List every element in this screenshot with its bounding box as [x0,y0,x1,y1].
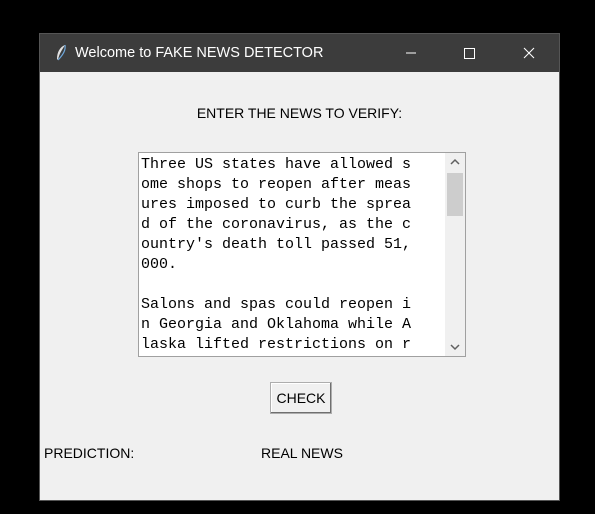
minimize-icon [406,52,416,54]
scroll-thumb[interactable] [447,173,463,216]
news-prompt-label: ENTER THE NEWS TO VERIFY: [196,105,403,121]
prediction-result: REAL NEWS [261,445,343,461]
chevron-down-icon [450,344,460,351]
maximize-button[interactable] [446,34,492,72]
scroll-up-button[interactable] [445,153,465,170]
app-window: Welcome to FAKE NEWS DETECTOR ENTER THE … [39,33,560,501]
maximize-icon [464,48,475,59]
window-title: Welcome to FAKE NEWS DETECTOR [75,45,324,61]
minimize-button[interactable] [388,34,434,72]
news-text-area[interactable]: Three US states have allowed s ome shops… [138,152,466,357]
check-button[interactable]: CHECK [270,382,332,414]
feather-icon [53,44,69,62]
close-icon [523,47,535,59]
prediction-label: PREDICTION: [44,445,135,461]
close-button[interactable] [506,34,552,72]
scroll-down-button[interactable] [445,339,465,356]
chevron-up-icon [450,158,460,165]
title-bar[interactable]: Welcome to FAKE NEWS DETECTOR [40,34,559,72]
text-scrollbar[interactable] [445,153,465,356]
news-text-content[interactable]: Three US states have allowed s ome shops… [141,155,447,355]
